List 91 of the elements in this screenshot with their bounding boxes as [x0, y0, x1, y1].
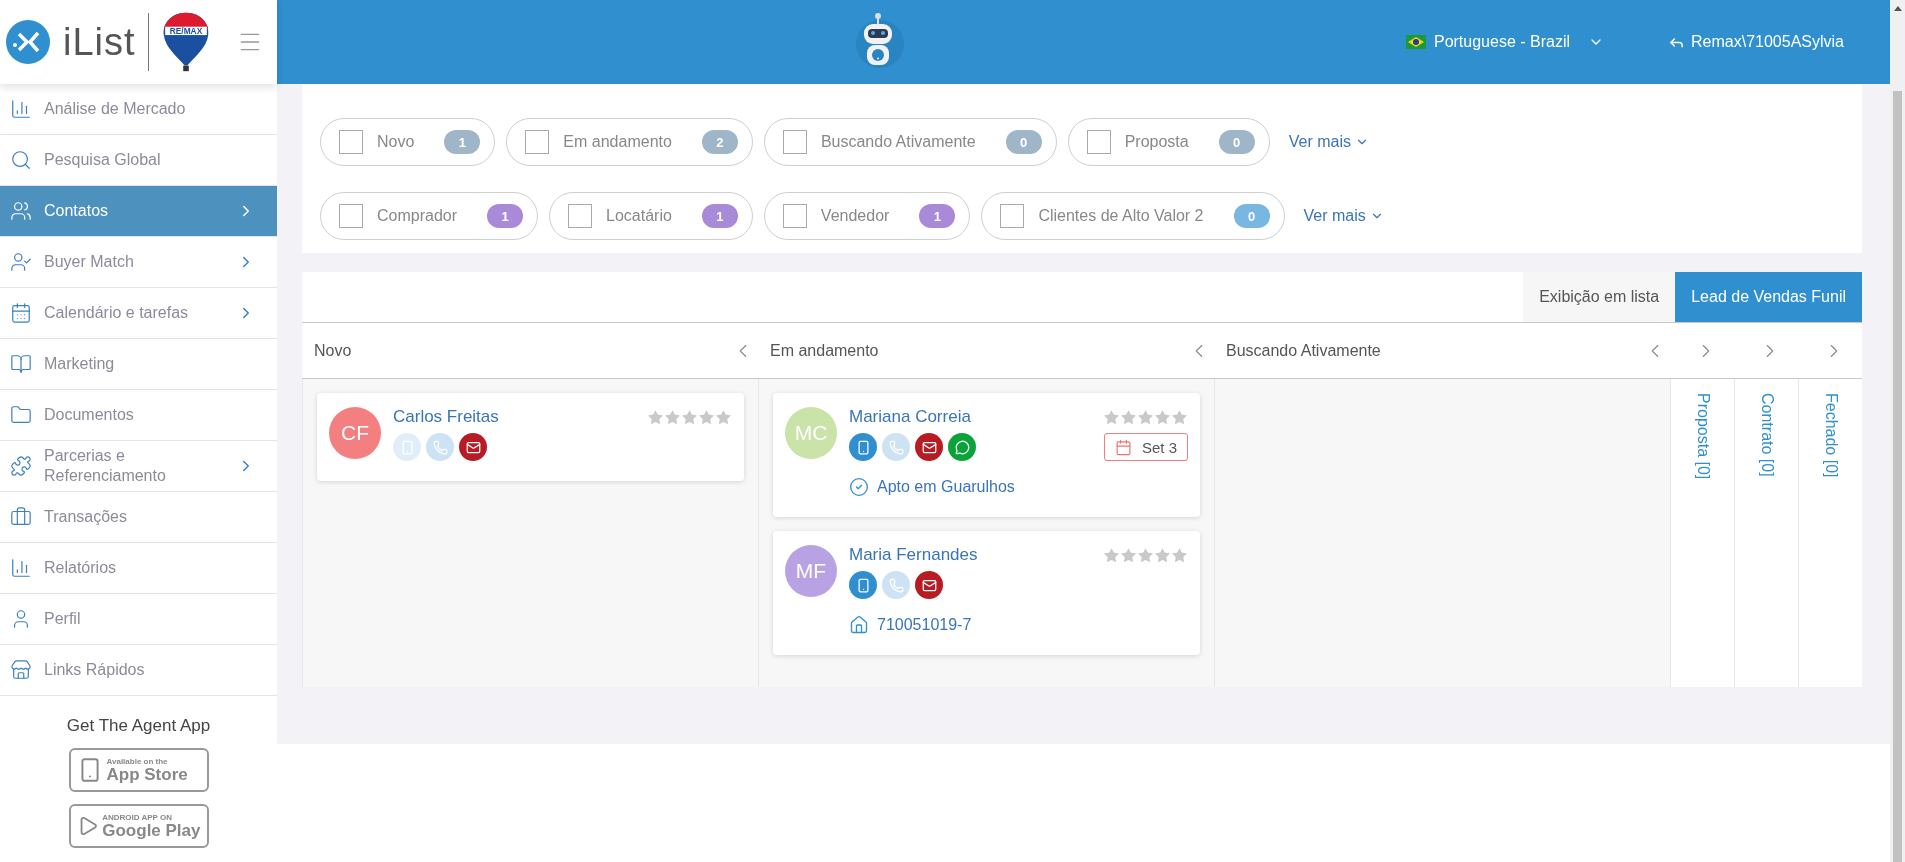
column-title: Novo [314, 341, 352, 360]
people-icon [10, 200, 32, 222]
search-icon [10, 149, 32, 171]
book-icon [10, 353, 32, 375]
checkbox[interactable] [782, 204, 807, 228]
filter-chip[interactable]: Clientes de Alto Valor 2 0 [981, 192, 1285, 240]
avatar: MC [785, 407, 837, 459]
collapsed-column-title[interactable]: Proposta [0] [1693, 393, 1712, 480]
calendar-icon [10, 302, 32, 324]
count-badge: 0 [1233, 204, 1270, 228]
collapsed-column-title[interactable]: Fechado [0] [1821, 393, 1840, 478]
star-icon[interactable] [1103, 408, 1120, 426]
user-link[interactable]: Remax\71005ASylvia [1662, 32, 1850, 52]
checkbox[interactable] [525, 130, 550, 154]
due-date-badge[interactable]: Set 3 [1103, 433, 1188, 461]
filter-chip[interactable]: Proposta 0 [1067, 118, 1270, 166]
see-more-link[interactable]: Ver mais [1303, 207, 1384, 225]
filter-chip[interactable]: Vendedor 1 [763, 192, 971, 240]
filter-chip[interactable]: Locatário 1 [549, 192, 753, 240]
bar-chart-icon [10, 557, 32, 579]
filter-chip[interactable]: Buscando Ativamente 0 [763, 118, 1057, 166]
flag-icon [1405, 35, 1426, 49]
contact-card[interactable]: MF Maria Fernandes 710051019-7 [773, 531, 1200, 655]
puzzle-icon [10, 455, 32, 477]
language-selector[interactable]: Portuguese - Brazil [1399, 32, 1611, 52]
detail-link[interactable]: 710051019-7 [877, 616, 972, 634]
logo-text: iList [63, 20, 136, 64]
mobile-icon[interactable] [849, 433, 877, 461]
star-icon[interactable] [647, 408, 664, 426]
star-icon[interactable] [698, 408, 715, 426]
email-icon[interactable] [915, 433, 943, 461]
avatar: CF [329, 407, 381, 459]
count-badge: 2 [701, 130, 738, 154]
store-badge[interactable]: Available on the App Store [68, 748, 209, 792]
person-check-icon [10, 251, 32, 273]
view-tab[interactable]: Exibição em lista [1523, 272, 1676, 322]
contact-name[interactable]: Maria Fernandes [849, 545, 978, 565]
contact-card[interactable]: MC Mariana Correia Set 3 Apto em Guarulhos [773, 393, 1200, 517]
avatar: MF [785, 545, 837, 597]
briefcase-icon [10, 506, 32, 528]
promo-title: Get The Agent App [66, 716, 211, 736]
scrollbar-thumb[interactable] [1893, 91, 1902, 862]
email-icon[interactable] [915, 571, 943, 599]
house-icon [849, 615, 869, 635]
email-icon[interactable] [459, 433, 487, 461]
star-icon[interactable] [1154, 546, 1171, 564]
star-icon[interactable] [715, 408, 732, 426]
mobile-icon[interactable] [849, 571, 877, 599]
store-badge[interactable]: ANDROID APP ON Google Play [68, 804, 209, 848]
star-icon[interactable] [1120, 546, 1137, 564]
filter-chip[interactable]: Novo 1 [320, 118, 496, 166]
column-title: Em andamento [770, 341, 879, 360]
count-badge: 0 [1005, 130, 1042, 154]
star-icon[interactable] [681, 408, 698, 426]
contact-name[interactable]: Carlos Freitas [393, 407, 499, 427]
filter-chip[interactable]: Comprador 1 [320, 192, 539, 240]
star-icon[interactable] [1171, 408, 1188, 426]
store-icon [10, 659, 32, 681]
star-icon[interactable] [1154, 408, 1171, 426]
see-more-link[interactable]: Ver mais [1288, 133, 1369, 151]
star-icon[interactable] [1137, 408, 1154, 426]
count-badge: 1 [444, 130, 481, 154]
star-icon[interactable] [1137, 546, 1154, 564]
detail-link[interactable]: Apto em Guarulhos [877, 478, 1015, 496]
bar-chart-icon [10, 98, 32, 120]
star-icon[interactable] [1171, 546, 1188, 564]
count-badge: 1 [701, 204, 738, 228]
checkbox[interactable] [1086, 130, 1111, 154]
sidebar-item[interactable]: Contatos [0, 186, 277, 237]
contact-name[interactable]: Mariana Correia [849, 407, 971, 427]
checkbox[interactable] [568, 204, 593, 228]
contact-card[interactable]: CF Carlos Freitas [317, 393, 744, 481]
folder-icon [10, 404, 32, 426]
checkbox[interactable] [782, 130, 807, 154]
count-badge: 1 [919, 204, 956, 228]
star-icon[interactable] [1103, 546, 1120, 564]
star-icon[interactable] [664, 408, 681, 426]
collapsed-column-title[interactable]: Contrato [0] [1757, 393, 1776, 477]
checkbox[interactable] [339, 204, 363, 228]
count-badge: 0 [1218, 130, 1255, 154]
checkbox[interactable] [339, 130, 363, 154]
view-tab[interactable]: Lead de Vendas Funil [1675, 272, 1862, 322]
check-circle-icon [849, 477, 869, 497]
star-icon[interactable] [1120, 408, 1137, 426]
scroll-up-arrow[interactable] [1893, 6, 1902, 11]
checkbox[interactable] [1000, 204, 1025, 228]
logo-icon [5, 19, 51, 65]
column-title: Buscando Ativamente [1226, 341, 1381, 360]
chat-icon[interactable] [948, 433, 976, 461]
count-badge: 1 [487, 204, 524, 228]
filter-chip[interactable]: Em andamento 2 [506, 118, 753, 166]
